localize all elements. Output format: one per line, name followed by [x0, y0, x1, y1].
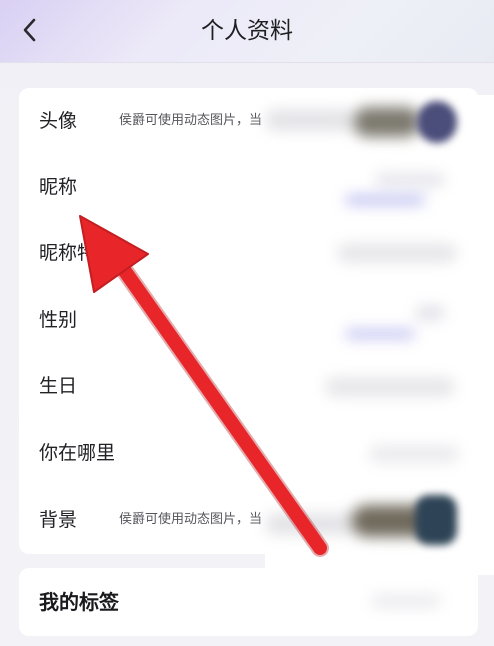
redacted-value [325, 377, 455, 397]
row-label: 性别 [39, 309, 78, 331]
redacted-value [375, 173, 445, 187]
nav-divider [0, 62, 494, 63]
row-label: 生日 [39, 375, 78, 397]
row-hint: 侯爵可使用动态图片，当 [119, 113, 263, 128]
redacted-value [345, 329, 415, 339]
page-title: 个人资料 [201, 18, 293, 44]
row-label: 背景 [39, 509, 78, 531]
redacted-value [369, 445, 459, 463]
redacted-value [371, 594, 441, 608]
row-hint: 侯爵可使用动态图片，当 [119, 512, 263, 527]
row-label: 头像 [39, 110, 78, 132]
redacted-value [415, 305, 445, 321]
avatar [417, 101, 457, 143]
row-label: 昵称 [39, 176, 78, 198]
redacted-value [345, 195, 425, 205]
redacted-value [265, 109, 355, 131]
tags-title: 我的标签 [39, 590, 119, 614]
background-thumbnail [415, 495, 457, 545]
row-label: 你在哪里 [39, 442, 116, 464]
tags-card[interactable]: 我的标签 [19, 568, 478, 636]
row-label: 昵称特 [39, 242, 97, 264]
redacted-value [265, 513, 355, 535]
redacted-values-area [265, 95, 494, 575]
redacted-avatar-preview [353, 107, 421, 137]
redacted-value [337, 243, 457, 263]
